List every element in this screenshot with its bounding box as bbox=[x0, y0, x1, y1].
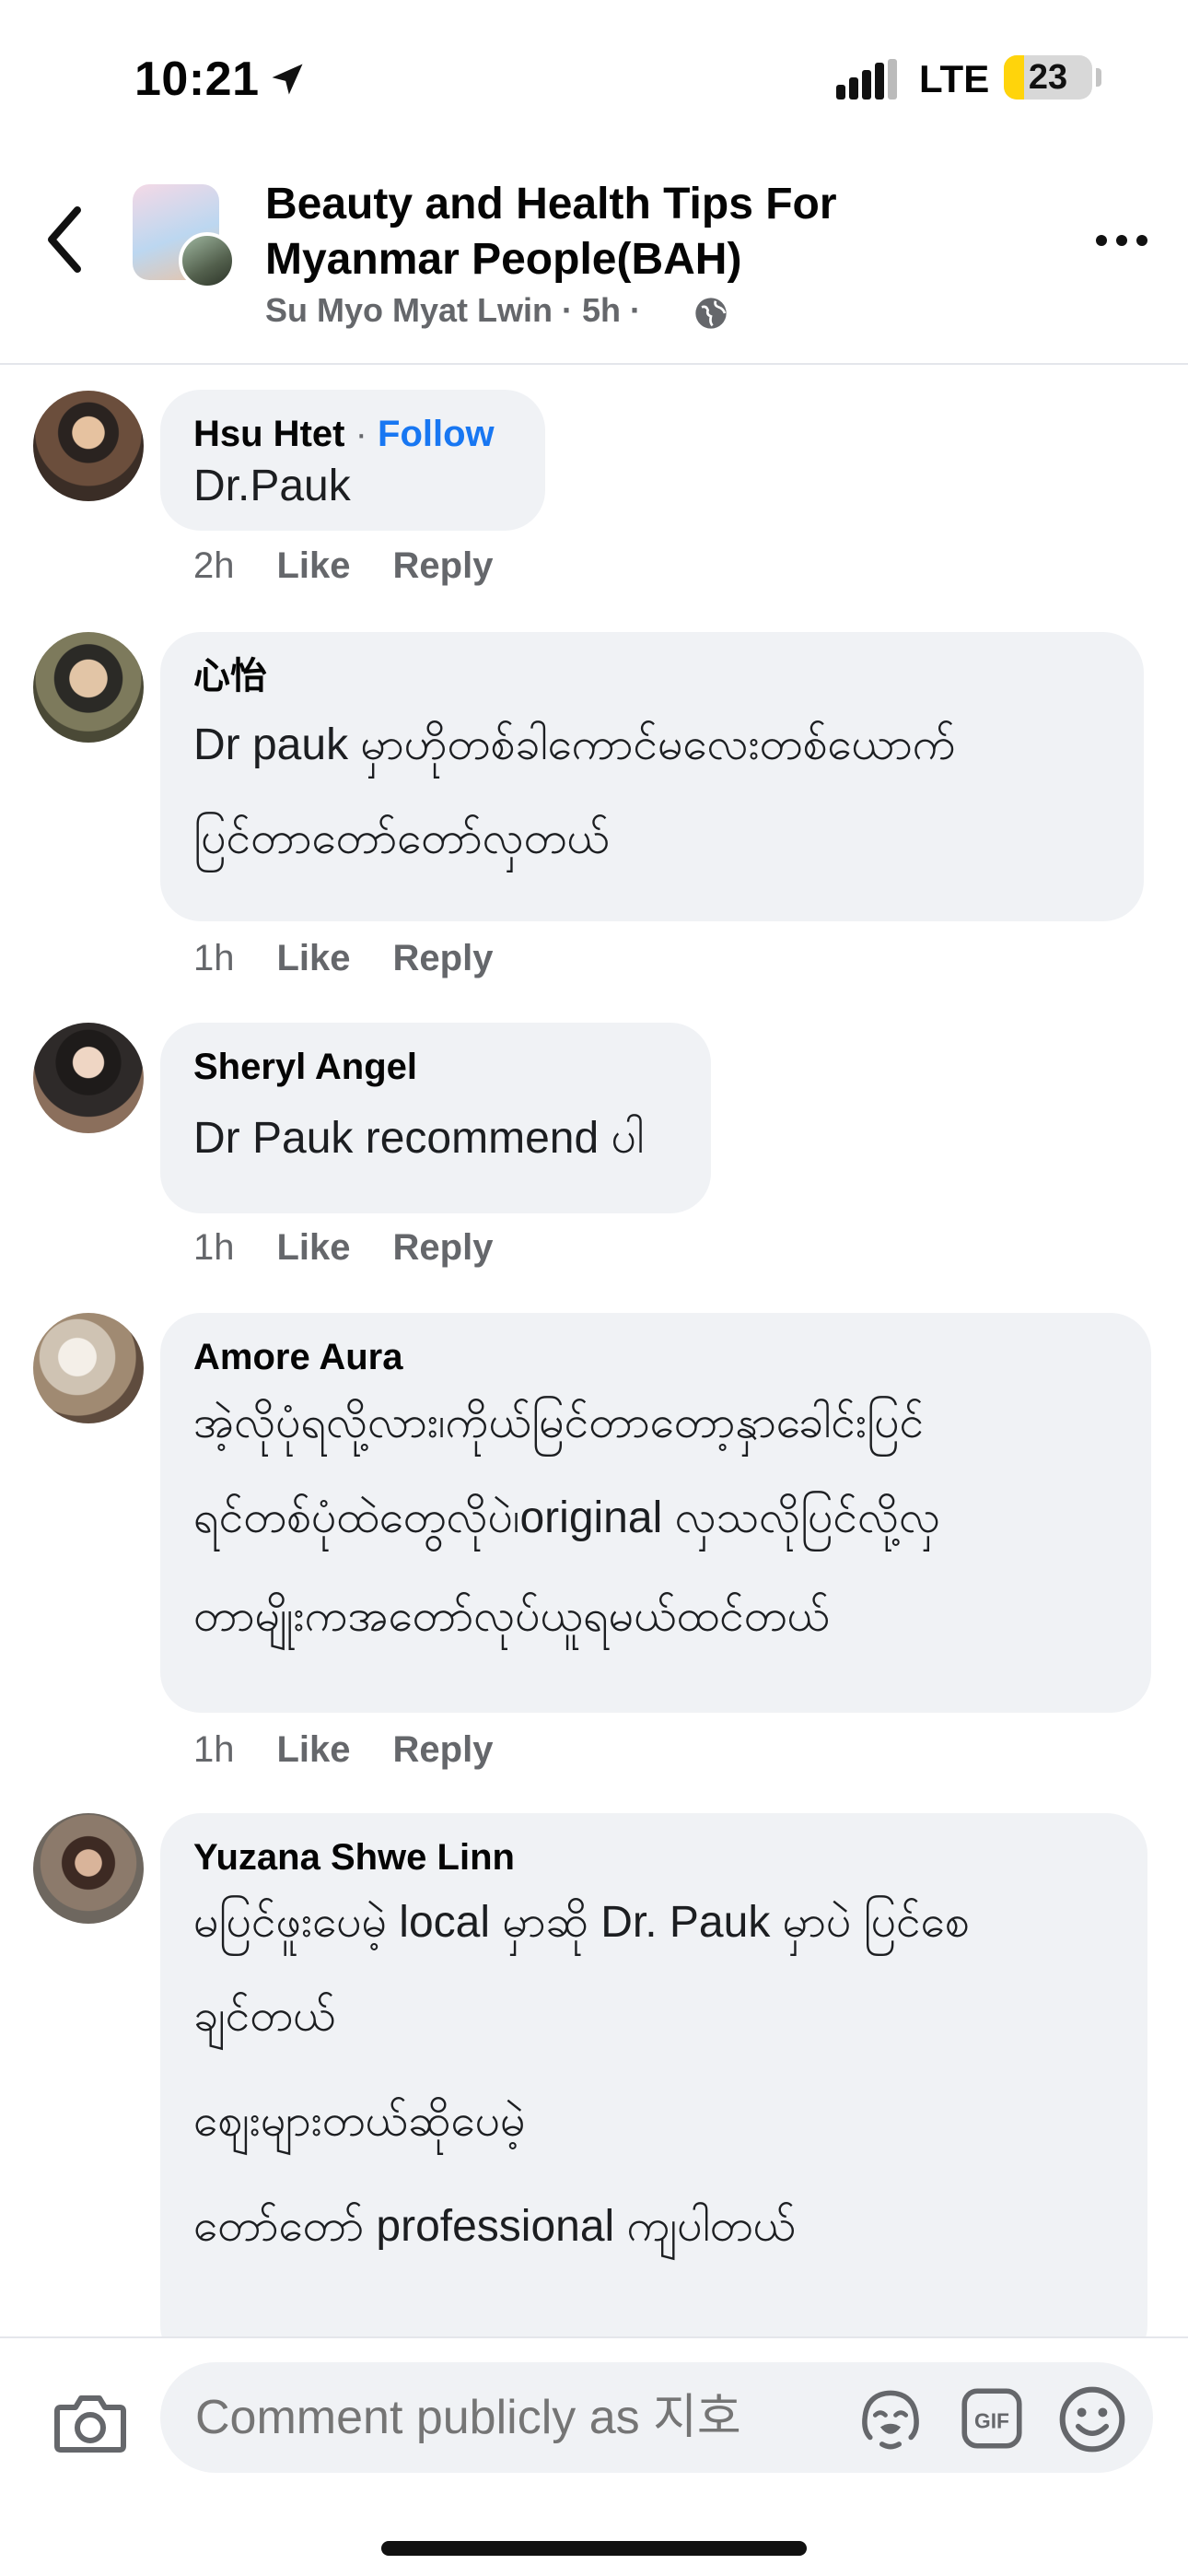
globe-icon bbox=[695, 298, 727, 329]
comment-bubble: Amore Aura အဲ့လိုပုံရလို့လား၊ကိုယ်မြင်တာ… bbox=[160, 1313, 1151, 1713]
more-options-icon[interactable] bbox=[1094, 227, 1149, 254]
commenter-avatar[interactable] bbox=[33, 1813, 144, 1924]
reply-button[interactable]: Reply bbox=[393, 1729, 494, 1771]
commenter-avatar[interactable] bbox=[33, 632, 144, 743]
avatar-sticker-icon[interactable] bbox=[856, 2386, 925, 2454]
emoji-icon[interactable] bbox=[1057, 2384, 1127, 2454]
reply-button[interactable]: Reply bbox=[393, 938, 494, 979]
comment-text-line: တော်တော် professional ကျပါတယ် bbox=[193, 2202, 797, 2251]
author-avatar-small bbox=[179, 232, 236, 289]
comment-author[interactable]: 心怡 bbox=[193, 652, 1111, 700]
status-bar: 10:21 LTE 23 bbox=[0, 0, 1188, 157]
commenter-avatar[interactable] bbox=[33, 391, 144, 501]
comment-time[interactable]: 2h bbox=[193, 545, 235, 587]
battery-icon: 23 bbox=[1004, 55, 1092, 100]
home-indicator[interactable] bbox=[381, 2541, 807, 2556]
comment-text-line: Dr pauk မှာဟိုတစ်ခါကောင်မလေးတစ်ယောက် bbox=[193, 720, 956, 769]
comment-actions: 1h Like Reply bbox=[193, 938, 535, 979]
gif-label: GIF bbox=[974, 2409, 1009, 2433]
comment-text: Dr Pauk recommend ပါ bbox=[193, 1114, 645, 1163]
camera-icon[interactable] bbox=[53, 2390, 127, 2454]
comment-text-line: စျေးများတယ်ဆိုပေမဲ့ bbox=[193, 2097, 526, 2146]
comment-text-line: တာမျိုးကအတော်လုပ်ယူရမယ်ထင်တယ် bbox=[193, 1592, 831, 1641]
signal-strength-icon bbox=[836, 59, 897, 100]
location-arrow-icon bbox=[272, 64, 303, 95]
comment-actions: 1h Like Reply bbox=[193, 1729, 535, 1771]
comment-author[interactable]: Hsu Htet bbox=[193, 414, 344, 454]
comment-time[interactable]: 1h bbox=[193, 1729, 235, 1771]
post-author-meta[interactable]: Su Myo Myat Lwin · 5h · bbox=[265, 291, 641, 330]
status-time: 10:21 bbox=[134, 53, 260, 106]
battery-percent: 23 bbox=[1028, 58, 1068, 97]
comment-text-line: ပြင်တာတော်တော်လှတယ် bbox=[193, 814, 610, 863]
follow-button[interactable]: Follow bbox=[378, 414, 495, 454]
comment-text-line: ချင်တယ် bbox=[193, 1992, 336, 2041]
comment-bubble: 心怡 Dr pauk မှာဟိုတစ်ခါကောင်မလေးတစ်ယောက် … bbox=[160, 632, 1144, 921]
like-button[interactable]: Like bbox=[277, 1729, 351, 1771]
comment-author[interactable]: Yuzana Shwe Linn bbox=[193, 1833, 1114, 1881]
reply-button[interactable]: Reply bbox=[393, 545, 494, 587]
comment-text: Dr.Pauk bbox=[193, 462, 351, 510]
reply-button[interactable]: Reply bbox=[393, 1227, 494, 1269]
comment-text-line: ရင်တစ်ပုံထဲတွေလိုပဲ၊original လှသလိုပြင်လ… bbox=[193, 1493, 941, 1542]
comment-time[interactable]: 1h bbox=[193, 1227, 235, 1269]
comment-actions: 1h Like Reply bbox=[193, 1227, 535, 1269]
comment-actions: 2h Like Reply bbox=[193, 545, 535, 587]
comment-text-line: အဲ့လိုပုံရလို့လား၊ကိုယ်မြင်တာတော့နှာခေါင… bbox=[193, 1399, 925, 1447]
group-avatar[interactable] bbox=[133, 184, 236, 289]
comment-time[interactable]: 1h bbox=[193, 938, 235, 979]
comment-author[interactable]: Amore Aura bbox=[193, 1333, 1118, 1381]
comment-author[interactable]: Sheryl Angel bbox=[193, 1043, 678, 1091]
group-title[interactable]: Beauty and Health Tips For Myanmar Peopl… bbox=[265, 177, 1002, 287]
comment-bubble: Sheryl Angel Dr Pauk recommend ပါ bbox=[160, 1023, 711, 1213]
gif-icon[interactable]: GIF bbox=[960, 2386, 1024, 2451]
comment-text-line: မပြင်ဖူးပေမဲ့ local မှာဆို Dr. Pauk မှာပ… bbox=[193, 1898, 970, 1947]
battery-nub bbox=[1096, 68, 1101, 87]
comment-bubble: Yuzana Shwe Linn မပြင်ဖူးပေမဲ့ local မှာ… bbox=[160, 1813, 1147, 2366]
like-button[interactable]: Like bbox=[277, 545, 351, 587]
comment-bubble: Hsu Htet · Follow Dr.Pauk bbox=[160, 390, 545, 531]
commenter-avatar[interactable] bbox=[33, 1313, 144, 1423]
like-button[interactable]: Like bbox=[277, 938, 351, 979]
post-header: Beauty and Health Tips For Myanmar Peopl… bbox=[0, 157, 1188, 365]
comment-composer: GIF bbox=[0, 2336, 1188, 2576]
network-type: LTE bbox=[919, 57, 990, 100]
back-chevron-icon[interactable] bbox=[37, 203, 96, 276]
separator-dot: · bbox=[355, 414, 367, 454]
like-button[interactable]: Like bbox=[277, 1227, 351, 1269]
commenter-avatar[interactable] bbox=[33, 1023, 144, 1133]
